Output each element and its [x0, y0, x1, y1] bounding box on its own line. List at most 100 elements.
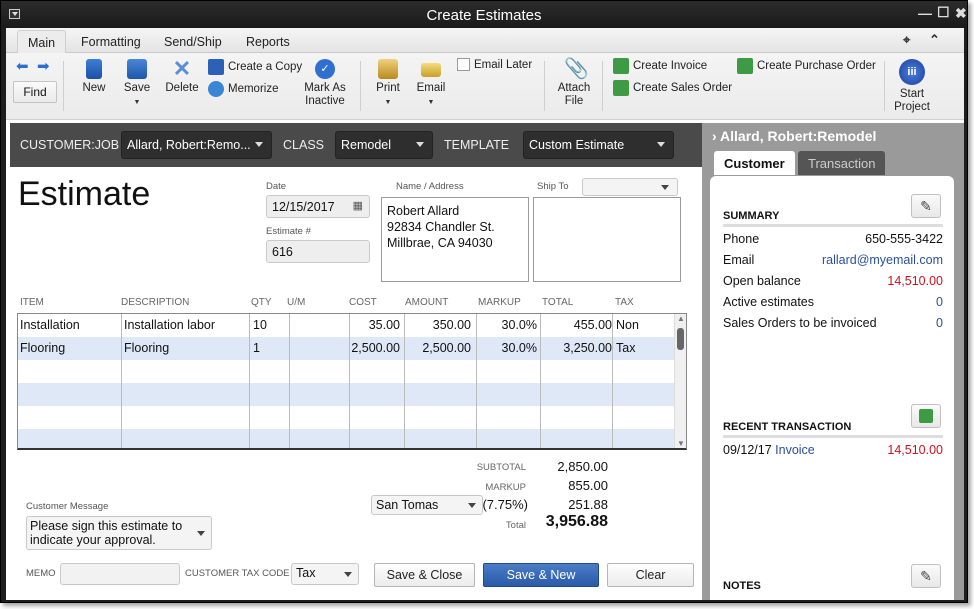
new-button[interactable]: New	[80, 59, 108, 95]
customer-tax-code-label: CUSTOMER TAX CODE	[185, 568, 290, 579]
collapse-ribbon-icon[interactable]: ⌃	[929, 32, 940, 48]
scroll-down-icon[interactable]: ▼	[677, 439, 685, 448]
create-invoice-button[interactable]: Create Invoice	[613, 58, 707, 74]
create-sales-order-button[interactable]: Create Sales Order	[613, 80, 732, 96]
memorize-button[interactable]: Memorize	[208, 81, 278, 97]
cell-markup[interactable]: 30.0%	[502, 318, 537, 332]
tab-send-ship[interactable]: Send/Ship	[154, 30, 232, 53]
start-project-button[interactable]: iii Start Project	[893, 59, 931, 114]
delete-button[interactable]: ✕ Delete	[164, 58, 200, 95]
view-transactions-button[interactable]	[911, 404, 941, 428]
cell-item[interactable]: Flooring	[20, 341, 65, 355]
cell-item[interactable]: Installation	[20, 318, 80, 332]
cell-tax[interactable]: Tax	[616, 341, 635, 355]
ribbon-tabs: Main Formatting Send/Ship Reports ⌖ ⌃	[6, 28, 964, 53]
cell-cost[interactable]: 35.00	[369, 318, 400, 332]
panel-header[interactable]: › Allard, Robert:Remodel	[712, 128, 876, 144]
cell-description[interactable]: Installation labor	[124, 318, 215, 332]
chevron-right-icon[interactable]: ›	[712, 128, 717, 144]
scroll-thumb[interactable]	[677, 328, 684, 350]
clear-button[interactable]: Clear	[607, 563, 694, 587]
tab-formatting[interactable]: Formatting	[71, 30, 151, 53]
create-copy-button[interactable]: Create a Copy	[208, 59, 302, 75]
column-header-amount[interactable]: AMOUNT	[405, 297, 448, 308]
save-dropdown-icon[interactable]: ▼	[122, 96, 152, 109]
cell-amount[interactable]: 350.00	[433, 318, 471, 332]
column-header-description[interactable]: DESCRIPTION	[121, 297, 189, 308]
email-dropdown-icon[interactable]: ▼	[416, 96, 446, 109]
maximize-icon[interactable]: ☐	[937, 4, 950, 21]
sales-orders-value[interactable]: 0	[936, 316, 943, 330]
column-header-item[interactable]: ITEM	[20, 297, 44, 308]
customer-tax-code-dropdown[interactable]: Tax	[291, 563, 359, 585]
close-icon[interactable]: ✖	[955, 5, 967, 22]
next-arrow-icon[interactable]: ➡	[37, 57, 50, 75]
tab-customer[interactable]: Customer	[714, 151, 795, 175]
table-row-empty[interactable]	[18, 360, 674, 383]
template-dropdown[interactable]: Custom Estimate	[523, 131, 674, 159]
column-header-qty[interactable]: QTY	[251, 297, 272, 308]
customer-job-dropdown[interactable]: Allard, Robert:Remo...	[121, 131, 272, 159]
cell-amount[interactable]: 2,500.00	[422, 341, 471, 355]
table-row-empty[interactable]	[18, 429, 674, 448]
summary-row-open-balance: Open balance 14,510.00	[723, 274, 943, 288]
active-estimates-value[interactable]: 0	[936, 295, 943, 309]
print-button[interactable]: Print ▼	[374, 59, 402, 109]
column-header-tax[interactable]: TAX	[615, 297, 634, 308]
email-link[interactable]: rallard@myemail.com	[822, 253, 943, 267]
save-button[interactable]: Save ▼	[122, 59, 152, 109]
class-dropdown[interactable]: Remodel	[335, 131, 433, 159]
save-label: Save	[123, 82, 151, 94]
cell-total[interactable]: 3,250.00	[563, 341, 612, 355]
cell-tax[interactable]: Non	[616, 318, 639, 332]
find-button[interactable]: Find	[13, 81, 57, 103]
cell-markup[interactable]: 30.0%	[502, 341, 537, 355]
table-scrollbar[interactable]: ▲ ▼	[674, 314, 686, 448]
date-field[interactable]: 12/15/2017 ▦	[266, 195, 370, 218]
ship-to-dropdown[interactable]	[582, 178, 678, 196]
tab-reports[interactable]: Reports	[236, 30, 300, 53]
tax-item-dropdown[interactable]: San Tomas	[371, 495, 483, 515]
estimate-number-field[interactable]: 616	[266, 240, 370, 263]
column-header-markup[interactable]: MARKUP	[478, 297, 521, 308]
calendar-icon[interactable]: ▦	[353, 199, 363, 212]
attach-file-button[interactable]: 📎 Attach File	[557, 59, 591, 108]
open-balance-value[interactable]: 14,510.00	[887, 274, 943, 288]
create-purchase-order-button[interactable]: Create Purchase Order	[737, 58, 876, 74]
previous-arrow-icon[interactable]: ⬅	[16, 57, 29, 75]
ship-to-box[interactable]	[533, 197, 681, 282]
name-address-box[interactable]: Robert Allard 92834 Chandler St. Millbra…	[381, 197, 529, 282]
email-button[interactable]: Email ▼	[416, 59, 446, 109]
edit-customer-button[interactable]: ✎	[911, 194, 941, 218]
checkbox-unchecked[interactable]	[457, 58, 470, 71]
cell-cost[interactable]: 2,500.00	[351, 341, 400, 355]
cell-description[interactable]: Flooring	[124, 341, 169, 355]
edit-notes-button[interactable]: ✎	[911, 564, 941, 588]
save-new-button[interactable]: Save & New	[483, 563, 599, 587]
scroll-up-icon[interactable]: ▲	[677, 314, 685, 323]
customer-message-dropdown[interactable]: Please sign this estimate to indicate yo…	[26, 516, 212, 550]
column-header-cost[interactable]: COST	[349, 297, 377, 308]
table-row[interactable]: Installation Installation labor 10 35.00…	[18, 314, 674, 337]
tab-main[interactable]: Main	[17, 30, 67, 53]
table-row-empty[interactable]	[18, 406, 674, 429]
estimate-form: CUSTOMER:JOB Allard, Robert:Remo... CLAS…	[10, 123, 702, 600]
minimize-icon[interactable]: —	[918, 5, 932, 21]
table-row-empty[interactable]	[18, 383, 674, 406]
cell-qty[interactable]: 10	[253, 318, 267, 332]
cell-qty[interactable]: 1	[253, 341, 260, 355]
transaction-type-link[interactable]: Invoice	[775, 443, 815, 457]
memo-field[interactable]	[60, 563, 180, 585]
save-close-button[interactable]: Save & Close	[374, 563, 475, 587]
cell-total[interactable]: 455.00	[574, 318, 612, 332]
column-header-total[interactable]: TOTAL	[542, 297, 573, 308]
table-row[interactable]: Flooring Flooring 1 2,500.00 2,500.00 30…	[18, 337, 674, 360]
table-header: ITEM DESCRIPTION QTY U/M COST AMOUNT MAR…	[17, 293, 687, 313]
email-later-checkbox[interactable]: Email Later	[457, 58, 532, 71]
print-dropdown-icon[interactable]: ▼	[374, 96, 402, 109]
expand-icon[interactable]: ⌖	[903, 32, 910, 48]
tab-transaction[interactable]: Transaction	[798, 151, 886, 175]
mark-inactive-button[interactable]: ✓ Mark As Inactive	[303, 59, 347, 108]
column-header-um[interactable]: U/M	[287, 297, 305, 308]
customer-bar: CUSTOMER:JOB Allard, Robert:Remo... CLAS…	[10, 123, 702, 167]
